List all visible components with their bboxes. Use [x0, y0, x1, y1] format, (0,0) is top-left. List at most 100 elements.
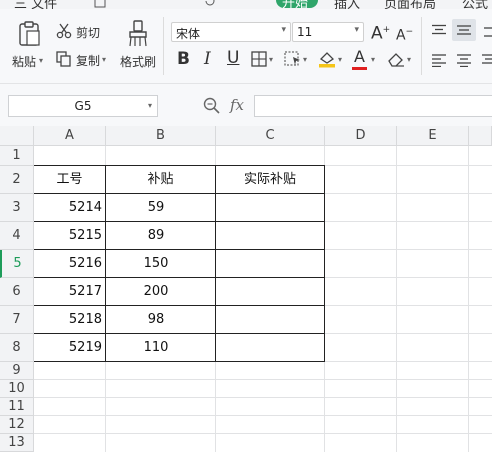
align-left-icon[interactable]	[431, 53, 447, 67]
font-color-swatch	[352, 67, 367, 70]
tab-start[interactable]: 开始	[276, 0, 318, 9]
gridline	[34, 379, 492, 380]
table-cell-subsidy[interactable]: 98	[106, 306, 206, 333]
row-header-7[interactable]: 7	[0, 306, 34, 334]
format-painter-icon[interactable]	[127, 20, 149, 48]
format-painter-button[interactable]: 格式刷	[120, 53, 156, 70]
formula-bar: G5 ▾ fx	[0, 84, 492, 126]
table-cell-subsidy[interactable]: 89	[106, 222, 206, 249]
scissors-icon[interactable]	[56, 23, 72, 39]
fill-color-dropdown-icon[interactable]: ▾	[338, 55, 342, 64]
ribbon-separator	[163, 17, 164, 75]
align-right-icon[interactable]	[481, 53, 492, 67]
tab-page-layout[interactable]: 页面布局	[384, 0, 436, 9]
gridline	[34, 433, 492, 434]
grow-font-button[interactable]: A+	[371, 21, 390, 43]
column-header-a[interactable]: A	[34, 126, 106, 146]
gridline	[396, 146, 397, 452]
table-border	[34, 361, 325, 362]
font-size-select[interactable]: 11 ▾	[292, 22, 364, 42]
table-cell-subsidy[interactable]: 150	[106, 250, 206, 277]
select-all-corner[interactable]	[0, 126, 34, 146]
table-cell-id[interactable]: 5219	[34, 334, 102, 361]
undo-icon[interactable]	[204, 0, 216, 7]
font-color-dropdown-icon[interactable]: ▾	[371, 55, 375, 64]
tab-formulas[interactable]: 公式	[462, 0, 488, 9]
column-header-d[interactable]: D	[325, 126, 397, 146]
font-name-select[interactable]: 宋体 ▾	[171, 22, 291, 42]
copy-dropdown-icon[interactable]: ▾	[102, 55, 106, 64]
table-cell-id[interactable]: 5216	[34, 250, 102, 277]
column-header-c[interactable]: C	[216, 126, 325, 146]
align-middle-button[interactable]	[452, 19, 476, 41]
table-cell-actual[interactable]	[216, 250, 324, 277]
table-cell-actual[interactable]	[216, 278, 324, 305]
row-header-4[interactable]: 4	[0, 222, 34, 250]
column-header-b[interactable]: B	[106, 126, 216, 146]
table-cell-subsidy[interactable]: 59	[106, 194, 206, 221]
cut-button[interactable]: 剪切	[76, 24, 100, 41]
table-header-cell[interactable]: 实际补贴	[216, 166, 324, 193]
table-cell-actual[interactable]	[216, 194, 324, 221]
table-cell-id[interactable]: 5217	[34, 278, 102, 305]
table-cell-actual[interactable]	[216, 306, 324, 333]
align-center-icon[interactable]	[456, 53, 472, 67]
gridline	[34, 415, 492, 416]
align-bottom-icon[interactable]	[483, 24, 492, 38]
tab-insert[interactable]: 插入	[334, 0, 360, 9]
paste-dropdown-icon[interactable]: ▾	[39, 56, 43, 65]
cell-style-icon[interactable]	[284, 51, 302, 67]
paste-icon[interactable]	[18, 21, 42, 47]
gridline	[468, 146, 469, 452]
zoom-icon[interactable]	[203, 97, 221, 115]
copy-icon[interactable]	[56, 51, 72, 67]
row-header-13[interactable]: 13	[0, 434, 34, 452]
chevron-down-icon: ▾	[147, 101, 152, 110]
row-header-11[interactable]: 11	[0, 398, 34, 416]
formula-input[interactable]	[254, 95, 492, 117]
borders-icon[interactable]	[251, 51, 267, 67]
ribbon-separator	[421, 17, 422, 75]
shrink-font-button[interactable]: A−	[396, 23, 413, 45]
table-header-cell[interactable]: 补贴	[106, 166, 215, 193]
column-header-e[interactable]: E	[397, 126, 469, 146]
row-header-5[interactable]: 5	[0, 250, 34, 278]
chevron-down-icon: ▾	[354, 25, 359, 35]
eraser-dropdown-icon[interactable]: ▾	[407, 55, 411, 64]
font-color-button[interactable]: A	[354, 48, 365, 66]
align-middle-icon	[457, 25, 471, 35]
row-header-3[interactable]: 3	[0, 194, 34, 222]
row-header-8[interactable]: 8	[0, 334, 34, 362]
copy-button[interactable]: 复制	[76, 52, 100, 69]
table-cell-subsidy[interactable]: 200	[106, 278, 206, 305]
eraser-icon[interactable]	[387, 51, 405, 67]
italic-button[interactable]: I	[204, 50, 211, 68]
save-icon[interactable]	[94, 0, 106, 8]
name-box[interactable]: G5 ▾	[8, 95, 158, 117]
table-cell-actual[interactable]	[216, 222, 324, 249]
align-top-icon[interactable]	[431, 24, 447, 38]
file-menu[interactable]: 三 文件	[14, 0, 57, 9]
row-header-10[interactable]: 10	[0, 380, 34, 398]
cell-style-dropdown-icon[interactable]: ▾	[303, 55, 307, 64]
row-header-6[interactable]: 6	[0, 278, 34, 306]
column-header-f[interactable]	[469, 126, 492, 146]
table-cell-id[interactable]: 5218	[34, 306, 102, 333]
row-header-1[interactable]: 1	[0, 146, 34, 166]
borders-dropdown-icon[interactable]: ▾	[269, 55, 273, 64]
table-cell-subsidy[interactable]: 110	[106, 334, 206, 361]
table-cell-id[interactable]: 5214	[34, 194, 102, 221]
insert-function-button[interactable]: fx	[230, 96, 244, 114]
spreadsheet-grid[interactable]: A B C D E 1 2 3 4 5 6 7 8 9 10 11 12 13 …	[0, 126, 492, 452]
fill-color-icon[interactable]	[318, 50, 336, 68]
bold-button[interactable]: B	[177, 50, 190, 68]
table-header-cell[interactable]: 工号	[34, 166, 105, 193]
gridline	[34, 397, 492, 398]
row-header-9[interactable]: 9	[0, 362, 34, 380]
underline-button[interactable]: U	[227, 49, 239, 67]
paste-button[interactable]: 粘贴	[12, 53, 36, 70]
table-cell-id[interactable]: 5215	[34, 222, 102, 249]
table-cell-actual[interactable]	[216, 334, 324, 361]
row-header-12[interactable]: 12	[0, 416, 34, 434]
row-header-2[interactable]: 2	[0, 166, 34, 194]
